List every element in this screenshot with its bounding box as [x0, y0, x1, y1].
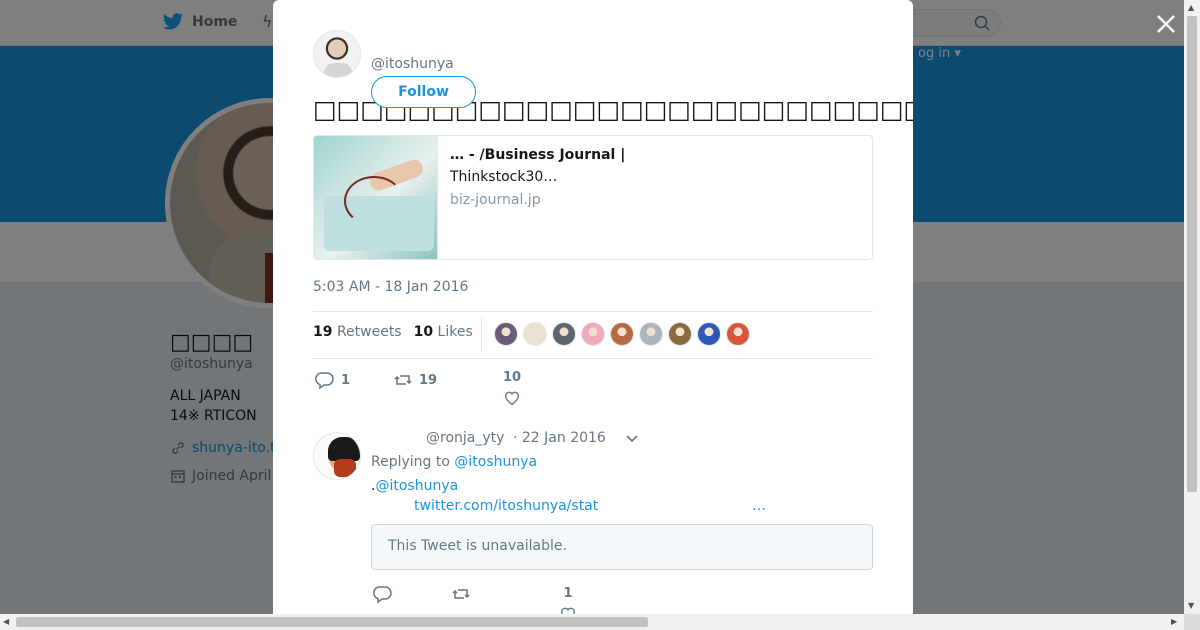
retweet-icon[interactable] — [393, 370, 413, 390]
retweets-stat[interactable]: 19 Retweets — [313, 324, 402, 340]
likes-count: 10 — [413, 324, 434, 340]
tweet-stats: 19 Retweets 10 Likes — [313, 324, 473, 340]
reply-action[interactable]: 1 — [315, 370, 350, 390]
heart-icon[interactable] — [559, 605, 577, 614]
card-domain: biz-journal.jp — [450, 192, 541, 208]
retweets-count: 19 — [313, 324, 333, 340]
close-icon[interactable] — [1152, 10, 1180, 38]
divider — [313, 311, 873, 312]
link-card[interactable]: … - /Business Journal | Thinkstock30… bi… — [313, 135, 873, 260]
tweet-author-handle[interactable]: @itoshunya — [371, 56, 454, 72]
liker-avatar[interactable] — [610, 322, 634, 346]
reply-text: .@itoshunya — [371, 478, 458, 494]
scroll-up-icon[interactable]: ▲ — [1188, 3, 1194, 12]
retweets-label: Retweets — [336, 324, 402, 340]
quoted-tweet-unavailable: This Tweet is unavailable. — [371, 524, 873, 570]
replying-to: Replying to @itoshunya — [371, 454, 537, 470]
heart-icon[interactable] — [503, 389, 521, 407]
likes-stat[interactable]: 10 Likes — [414, 324, 473, 340]
liker-avatar[interactable] — [552, 322, 576, 346]
card-body: … - /Business Journal | Thinkstock30… bi… — [438, 136, 637, 259]
retweet-count: 19 — [419, 372, 438, 388]
liker-avatar[interactable] — [668, 322, 692, 346]
reply-link-ellipsis: … — [752, 498, 766, 514]
reply-date[interactable]: · 22 Jan 2016 — [513, 430, 606, 446]
reply-count: 1 — [341, 372, 351, 388]
liker-avatar[interactable] — [726, 322, 750, 346]
avatar-shirt — [324, 63, 352, 77]
liker-avatar[interactable] — [581, 322, 605, 346]
liker-avatar[interactable] — [494, 322, 518, 346]
reply-icon[interactable] — [373, 584, 393, 604]
reply-retweet-action[interactable] — [451, 584, 471, 604]
vertical-scroll-thumb[interactable] — [1187, 16, 1197, 492]
reply-like-count: 1 — [563, 586, 573, 601]
reply-author-handle[interactable]: @ronja_yty — [426, 430, 504, 446]
reply-author-avatar[interactable] — [313, 432, 361, 480]
divider — [313, 358, 873, 359]
reply-icon[interactable] — [315, 370, 335, 390]
reply-actions: 1 — [371, 582, 621, 614]
card-title: … - /Business Journal | — [450, 147, 626, 163]
replying-to-label: Replying to — [371, 454, 450, 470]
scroll-left-icon[interactable]: ◀ — [3, 617, 9, 626]
liker-avatar[interactable] — [697, 322, 721, 346]
reply-mention[interactable]: @itoshunya — [375, 478, 458, 494]
reply-link[interactable]: twitter.com/itoshunya/stat — [414, 498, 598, 514]
reply-like-action[interactable]: 1 — [559, 586, 577, 614]
likes-label: Likes — [437, 324, 473, 340]
tweet-actions: 1 19 10 — [313, 370, 613, 414]
horizontal-scroll-thumb[interactable] — [16, 617, 648, 627]
liker-avatars — [494, 322, 750, 346]
liker-avatar[interactable] — [523, 322, 547, 346]
scrollbar-corner — [1184, 614, 1200, 630]
scroll-right-icon[interactable]: ▶ — [1171, 617, 1177, 626]
avatar-hat — [328, 437, 360, 461]
retweet-icon[interactable] — [451, 584, 471, 604]
scroll-down-icon[interactable]: ▼ — [1188, 601, 1194, 610]
card-description: Thinkstock30… — [450, 169, 558, 185]
vertical-scrollbar[interactable]: ▲ ▼ — [1184, 0, 1200, 614]
card-image — [314, 136, 438, 259]
like-action[interactable]: 10 — [503, 370, 521, 407]
avatar-face — [334, 459, 356, 477]
chevron-down-icon[interactable] — [625, 432, 639, 446]
horizontal-scrollbar[interactable]: ◀ ▶ — [0, 614, 1184, 630]
reply-reply-action[interactable] — [373, 584, 393, 604]
stats-separator — [481, 318, 482, 352]
follow-button[interactable]: Follow — [371, 76, 476, 108]
tweet-permalink-modal: @itoshunya □□□□□□□□□□□□□□□□□□□□□□□□□□□□□… — [273, 0, 913, 614]
tweet-timestamp[interactable]: 5:03 AM - 18 Jan 2016 — [313, 279, 468, 295]
liker-avatar[interactable] — [639, 322, 663, 346]
replying-to-handle[interactable]: @itoshunya — [454, 454, 537, 470]
tweet-author-avatar[interactable] — [313, 30, 361, 78]
like-count: 10 — [503, 370, 522, 385]
retweet-action[interactable]: 19 — [393, 370, 437, 390]
card-image-tube — [344, 176, 404, 226]
